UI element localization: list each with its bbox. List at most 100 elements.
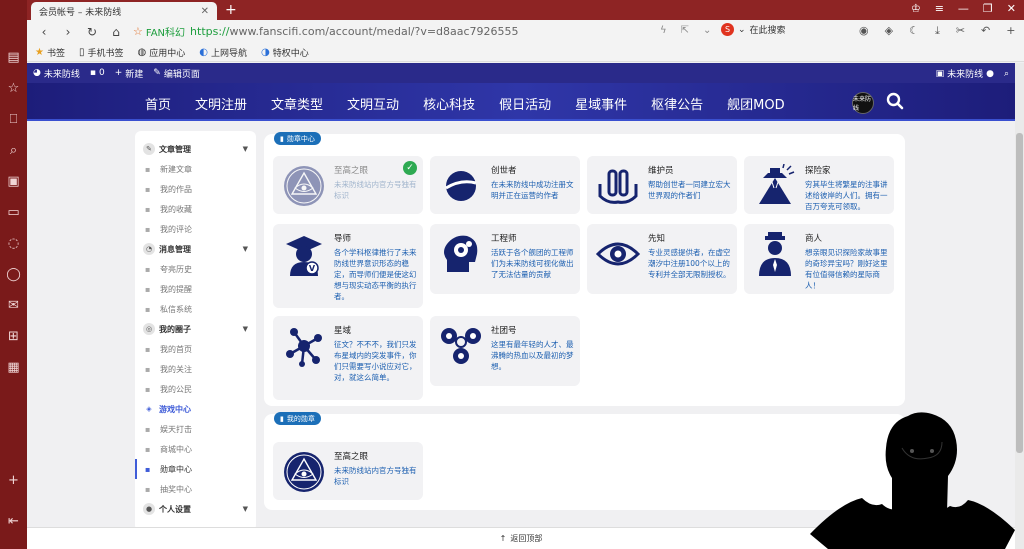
nav-item[interactable]: 枢律公告 bbox=[651, 94, 703, 113]
list-icon[interactable]: ▤ bbox=[5, 48, 23, 66]
bookmark-item[interactable]: ▯ 手机书签 bbox=[79, 46, 124, 59]
new-tab-icon[interactable]: + bbox=[225, 2, 237, 18]
bulb-icon[interactable]: ◉ bbox=[859, 24, 869, 38]
scrollbar-thumb[interactable] bbox=[1016, 133, 1023, 453]
admin-user-label: 未来防线 bbox=[947, 70, 984, 80]
site-logo[interactable]: 未来防线 bbox=[852, 92, 874, 114]
menu-item[interactable]: ▪ 我的评论 bbox=[135, 219, 256, 239]
minimize-icon[interactable]: — bbox=[958, 2, 969, 15]
video-icon[interactable]: ▣ bbox=[5, 172, 23, 190]
menu-icon[interactable]: ≡ bbox=[935, 2, 944, 15]
forward-icon[interactable]: › bbox=[59, 25, 77, 39]
moon-icon[interactable]: ☾ bbox=[909, 24, 919, 38]
search-icon[interactable]: ⌕ bbox=[1004, 69, 1009, 79]
share-icon[interactable]: ⇱ bbox=[681, 25, 689, 36]
medal-card[interactable]: 至高之眼 未来防线站内官方号独有标识 ✓ bbox=[273, 156, 423, 214]
nav-item[interactable]: 文明互动 bbox=[347, 94, 399, 113]
nav-item[interactable]: 文章类型 bbox=[271, 94, 323, 113]
nav-item[interactable]: 星域事件 bbox=[575, 94, 627, 113]
scissors-icon[interactable]: ✂ bbox=[956, 24, 965, 38]
reload-icon[interactable]: ↻ bbox=[83, 25, 101, 39]
menu-item[interactable]: ▪ 夸亮历史 bbox=[135, 259, 256, 279]
download-icon[interactable]: ⤓ bbox=[935, 24, 940, 38]
menu-item[interactable]: ▪ 我的收藏 bbox=[135, 199, 256, 219]
medal-card[interactable]: V 导师 各个学科枢律推行了未来防线世界意识形态的稳定，而导师们便是使这幻想与现实动… bbox=[273, 224, 423, 308]
back-icon[interactable]: ‹ bbox=[35, 25, 53, 39]
medal-card[interactable]: 至高之眼 未来防线站内官方号独有标识 bbox=[273, 442, 423, 500]
menu-item[interactable]: ▪ 娱天打击 bbox=[135, 419, 256, 439]
nav-item[interactable]: 首页 bbox=[145, 94, 171, 113]
url-tools: ϟ ⇱ ⌄ bbox=[660, 25, 711, 36]
nav-item[interactable]: 假日活动 bbox=[499, 94, 551, 113]
bookmark-item[interactable]: ★ 书签 bbox=[35, 46, 65, 59]
admin-new-link[interactable]: + 新建 bbox=[115, 67, 144, 80]
medal-desc: 未来防线站内官方号独有标识 bbox=[334, 466, 417, 486]
medal-card[interactable]: 工程师 活跃于各个舰团的工程师们为未来防线可视化做出了无法估量的贡献 bbox=[430, 224, 580, 294]
bookmark-item[interactable]: ◐ 上网导航 bbox=[199, 46, 247, 59]
cart-icon[interactable]: ⊞ bbox=[5, 327, 23, 345]
gamepad-icon[interactable]: ◈ bbox=[885, 24, 893, 38]
medal-card[interactable]: 维护员 帮助创世者一同建立宏大世界观的作者们 bbox=[587, 156, 737, 214]
menu-group[interactable]: ● 个人设置 ▼ bbox=[135, 499, 256, 519]
add-icon[interactable]: + bbox=[5, 471, 23, 489]
admin-site-link[interactable]: ◕ 未来防线 bbox=[33, 67, 80, 80]
ring-icon[interactable]: ◌ bbox=[5, 234, 23, 252]
nav-item[interactable]: 核心科技 bbox=[423, 94, 475, 113]
dropdown-icon[interactable]: ⌄ bbox=[703, 25, 711, 36]
chat-icon[interactable]: ◯ bbox=[5, 265, 23, 283]
tab-active[interactable]: 会员帐号 – 未来防线 ✕ bbox=[31, 2, 217, 20]
medal-card[interactable]: 社团号 这里有最年轻的人才、最沸腾的热血以及最初的梦想。 bbox=[430, 316, 580, 386]
menu-item[interactable]: ▪ 我的关注 bbox=[135, 359, 256, 379]
menu-group[interactable]: ◔ 消息管理 ▼ bbox=[135, 239, 256, 259]
home-icon[interactable]: ⌂ bbox=[107, 25, 125, 39]
menu-item[interactable]: ▪ 我的首页 bbox=[135, 339, 256, 359]
medal-card[interactable]: 创世者 在未来防线中成功注册文明并正在运营的作者 bbox=[430, 156, 580, 214]
admin-user-link[interactable]: ▣ 未来防线 ● bbox=[936, 67, 994, 81]
medal-card[interactable]: 先知 专业灵感提供者，在虚空潮汐中注册100个以上的专利并全部无限制授权。 bbox=[587, 224, 737, 294]
nav-item[interactable]: 文明注册 bbox=[195, 94, 247, 113]
search-engine-caret[interactable]: ⌄ bbox=[738, 25, 746, 35]
lightning-icon[interactable]: ϟ bbox=[660, 25, 667, 36]
admin-edit-link[interactable]: ✎ 编辑页面 bbox=[153, 67, 200, 80]
live-icon[interactable]: ▭ bbox=[5, 203, 23, 221]
menu-group[interactable]: ◎ 我的圈子 ▼ bbox=[135, 319, 256, 339]
bookmark-item[interactable]: ◑ 特权中心 bbox=[261, 46, 309, 59]
close-icon[interactable]: ✕ bbox=[201, 6, 209, 17]
menu-item[interactable]: ▪ 我的作品 bbox=[135, 179, 256, 199]
nav-item[interactable]: 舰团MOD bbox=[727, 94, 784, 113]
menu-item[interactable]: ▪ 商城中心 bbox=[135, 439, 256, 459]
admin-comments-link[interactable]: ▪ 0 bbox=[90, 68, 105, 78]
mail-icon[interactable]: ✉ bbox=[5, 296, 23, 314]
search-box[interactable]: S ⌄ 在此搜索 bbox=[721, 23, 786, 36]
close-window-icon[interactable]: ✕ bbox=[1007, 2, 1016, 15]
medal-name: 商人 bbox=[805, 234, 823, 244]
restore-icon[interactable]: ❐ bbox=[983, 2, 993, 15]
menu-group[interactable]: ◈ 游戏中心 bbox=[135, 399, 256, 419]
search-icon[interactable]: ⌕ bbox=[5, 141, 23, 159]
collapse-icon[interactable]: ⇤ bbox=[5, 512, 23, 530]
bookmark-item[interactable]: ◍ 应用中心 bbox=[138, 46, 186, 59]
menu-item[interactable]: ▪ 新建文章 bbox=[135, 159, 256, 179]
medal-card[interactable]: 探险家 穷其毕生将繁星的注事讲述给彼岸的人们。拥有一百万夸克可领取。 bbox=[744, 156, 894, 214]
plus-icon[interactable]: + bbox=[1006, 24, 1015, 38]
search-icon[interactable] bbox=[886, 92, 904, 114]
admin-new-label: 新建 bbox=[125, 69, 144, 80]
url-field[interactable]: ☆ FAN科幻 https://www.fanscifi.com/account… bbox=[133, 22, 698, 41]
menu-item-icon: ▪ bbox=[145, 304, 151, 314]
notes-icon[interactable]: ▦ bbox=[5, 358, 23, 376]
mascot-bat-girl-image[interactable] bbox=[810, 408, 1015, 549]
star-icon[interactable]: ☆ bbox=[5, 79, 23, 97]
menu-item[interactable]: ▪ 私信系统 bbox=[135, 299, 256, 319]
menu-group[interactable]: ✎ 文章管理 ▼ bbox=[135, 139, 256, 159]
medal-card[interactable]: 星域 征文？不不不，我们只发布星域内的突发事件，你们只需要写小说应对它，对，就这么… bbox=[273, 316, 423, 400]
undo-icon[interactable]: ↶ bbox=[981, 24, 990, 38]
menu-item[interactable]: ▪ 勋章中心 bbox=[135, 459, 256, 479]
book-icon[interactable]: ⎕ bbox=[5, 110, 23, 128]
page-scrollbar[interactable] bbox=[1015, 63, 1024, 549]
shirt-icon[interactable]: ♔ bbox=[911, 2, 921, 15]
menu-item[interactable]: ▪ 我的公民 bbox=[135, 379, 256, 399]
search-engine-icon[interactable]: S bbox=[721, 23, 734, 36]
medal-card[interactable]: 商人 想亲眼见识探险家故事里的奇珍异宝吗？刚好这里有位值得信赖的星际商人！ bbox=[744, 224, 894, 294]
menu-item[interactable]: ▪ 抽奖中心 bbox=[135, 479, 256, 499]
menu-item[interactable]: ▪ 我的提醒 bbox=[135, 279, 256, 299]
